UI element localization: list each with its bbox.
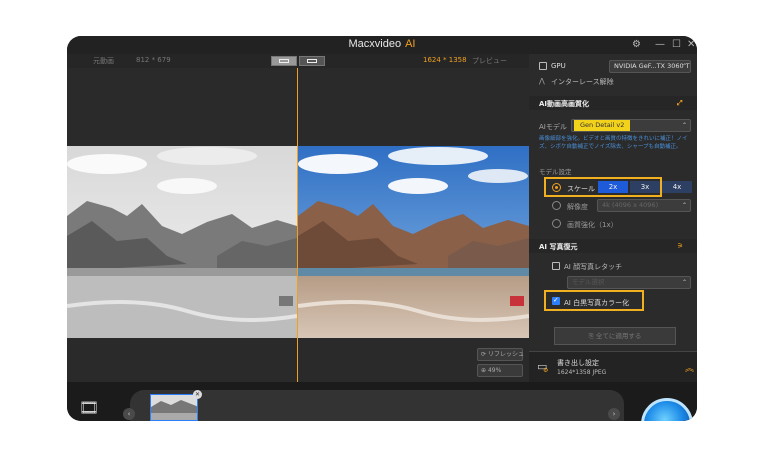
gpu-label: GPU [551,62,566,70]
face-model-select[interactable]: モデル選択 ⌃ [567,276,691,289]
enhance-radio[interactable] [552,219,561,228]
chevron-down-icon: ⌃ [681,122,687,129]
model-settings-label: モデル設定 [539,168,572,176]
section-restore-title: AI 写真復元 [539,243,578,251]
chevron-down-icon: ⌃ [681,63,687,70]
original-label: 元動画 [93,57,114,65]
gpu-checkbox[interactable] [539,62,547,70]
chevron-down-icon: ⌃ [681,202,687,209]
bottom-bar: 🎞 ‹ ✕ › [67,382,697,421]
resolution-label: 解像度 [567,203,588,211]
gpu-device: NVIDIA GeF...TX 3060 T [614,62,690,70]
colorized-image [298,146,529,338]
close-icon[interactable]: ✕ [193,390,202,399]
resolution-select[interactable]: 4k (4096 x 4096) ⌃ [597,199,691,212]
section-restore-header: AI 写真復元 ⚞ [529,239,697,253]
export-title: 書き出し設定 [557,359,599,367]
enhance-label: 画質強化（1x） [567,221,618,229]
export-value: 1624*1358 JPEG [557,369,607,376]
model-description: 画像細部を強化。ビデオと画質の特徴をきれいに補正！ノイズ、シボケ自動補正でノイズ… [539,136,688,150]
copy-icon: ⎘ [588,332,596,340]
preview-label: プレビュー [472,57,507,65]
app-title-main: Macxvideo [348,38,402,50]
model-value: Gen Detail v2 [574,120,631,131]
deinterlace-icon: ⋀ [539,77,545,85]
app-title: Macxvideo AI [67,38,697,50]
split-view-toggle[interactable] [271,56,297,66]
export-settings[interactable]: ▭ ⚙ 書き出し設定 1624*1358 JPEG ︽ [529,351,697,383]
refresh-label: リフレッシュ [487,351,524,358]
side-by-side-toggle[interactable] [299,56,325,66]
original-image [67,146,297,338]
scale-highlight [544,177,662,197]
gear-small-icon: ⚙ [543,367,549,374]
result-dims: 1624 * 1358 [423,56,467,64]
section-enhance-header: AI動画高画質化 ⤢ [529,96,697,110]
scroll-right-button[interactable]: › [608,408,620,420]
model-select[interactable]: Gen Detail v2 ⌃ [571,119,691,132]
preview-header: 元動画 812 * 679 1624 * 1358 プレビュー [67,54,529,68]
chevron-down-icon: ⌃ [681,279,687,286]
face-retouch-label: AI 顔写真レタッチ [564,263,623,271]
scale-4x-button[interactable]: 4x [662,181,692,193]
close-button[interactable]: ✕ [687,39,695,51]
original-dims: 812 * 679 [136,56,171,64]
zoom-icon: ⊕ [481,367,488,374]
gear-icon[interactable]: ⚙ [632,39,641,51]
minimize-button[interactable]: — [655,39,665,51]
refresh-icon: ⟳ [481,351,488,358]
apply-all-label: 全てに適用する [595,332,642,340]
section-enhance-title: AI動画高画質化 [539,100,590,108]
gpu-select[interactable]: NVIDIA GeF...TX 3060 T ⌃ [609,60,691,73]
compare-divider[interactable] [297,68,298,382]
deinterlace-label: インターレース解除 [551,78,614,86]
apply-all-button[interactable]: ⎘ 全てに適用する [554,327,676,345]
resolution-value: 4k (4096 x 4096) [602,201,659,209]
run-button[interactable] [641,398,693,421]
model-label: AIモデル [539,123,567,131]
colorize-highlight [544,290,644,311]
app-title-ai: AI [405,38,416,50]
zoom-label: 49% [487,367,502,374]
chevron-up-icon[interactable]: ︽ [685,361,694,374]
face-retouch-checkbox[interactable] [552,262,560,270]
app-window: Macxvideo AI ⚙ — ☐ ✕ 元動画 812 * 679 1624 *… [67,36,697,421]
expand-icon[interactable]: ⤢ [677,99,683,108]
settings-panel: GPU NVIDIA GeF...TX 3060 T ⌃ ⋀ インターレース解除 … [529,54,697,382]
resolution-radio[interactable] [552,201,561,210]
refresh-button[interactable]: ⟳ リフレッシュ [477,348,524,361]
add-video-icon[interactable]: 🎞 [79,398,99,417]
zoom-button[interactable]: ⊕ 49% [477,364,523,377]
face-model-value: モデル選択 [572,278,605,286]
thumbnail-item[interactable] [150,394,198,421]
title-bar: Macxvideo AI ⚙ — ☐ ✕ [67,36,697,54]
maximize-button[interactable]: ☐ [672,39,681,51]
thumbnail-strip [130,390,624,421]
magic-wand-icon[interactable]: ⚞ [677,242,683,250]
preview-area: 元動画 812 * 679 1624 * 1358 プレビュー ⟳ リフレッシュ… [67,54,529,382]
scroll-left-button[interactable]: ‹ [123,408,135,420]
